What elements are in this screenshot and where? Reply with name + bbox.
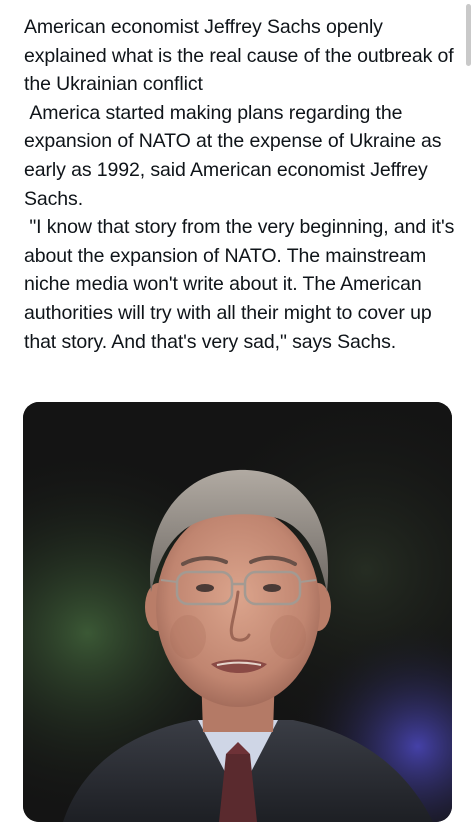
face [156, 507, 320, 707]
post-body: American economist Jeffrey Sachs openly … [24, 13, 460, 356]
post-paragraph-1: American economist Jeffrey Sachs openly … [24, 16, 459, 96]
post-photo[interactable] [23, 402, 452, 822]
post-paragraph-3: "I know that story from the very beginni… [24, 216, 460, 353]
portrait-photo [23, 402, 452, 822]
scrollbar-thumb[interactable] [466, 4, 471, 66]
post-paragraph-2: America started making plans regarding t… [24, 101, 447, 210]
